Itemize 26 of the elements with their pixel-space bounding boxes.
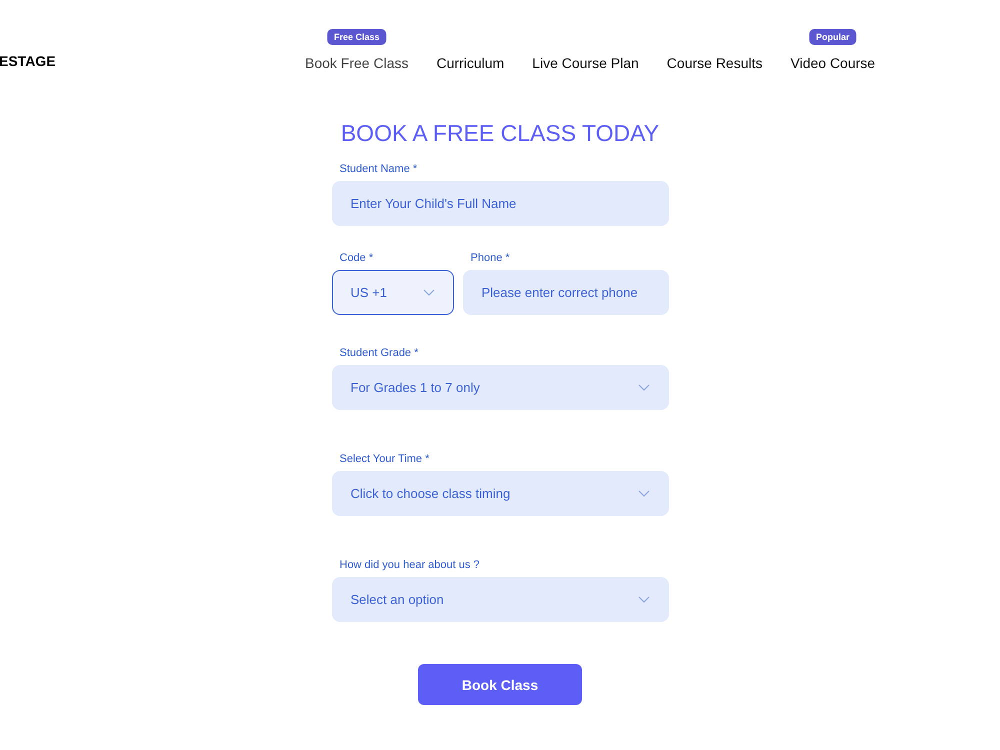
input-field[interactable]: Please enter correct phone [462,270,668,315]
field-label: Code * [340,252,374,264]
field-label: How did you hear about us ? [340,559,481,571]
form-title: BOOK A FREE CLASS TODAY [340,119,660,148]
chevron-down-icon [638,596,650,603]
select-field[interactable]: Click to choose class timing [332,471,668,516]
field-label: Phone * [470,252,511,264]
nav-link[interactable]: Curriculum [436,55,504,75]
select-field[interactable]: US +1 [332,270,454,315]
nav-badge: Free Class [326,29,386,45]
nav-link[interactable]: Course Results [666,55,762,75]
nav-link[interactable]: Book Free Class [305,55,408,75]
field-label: Select Your Time * [340,453,430,465]
input-field[interactable]: Enter Your Child's Full Name [332,181,668,226]
book-class-button[interactable]: Book Class [418,664,582,705]
select-field[interactable]: Select an option [332,577,668,622]
field-label: Student Name * [340,163,418,175]
chevron-down-icon [638,384,650,391]
logo[interactable]: ESTAGE [0,53,305,75]
nav-link[interactable]: Video Course [790,55,876,75]
chevron-down-icon [638,490,650,497]
select-field[interactable]: For Grades 1 to 7 only [332,365,668,410]
chevron-down-icon [422,289,434,296]
nav-link[interactable]: Live Course Plan [532,55,639,75]
field-label: Student Grade * [340,347,420,359]
nav-badge: Popular [809,29,857,45]
